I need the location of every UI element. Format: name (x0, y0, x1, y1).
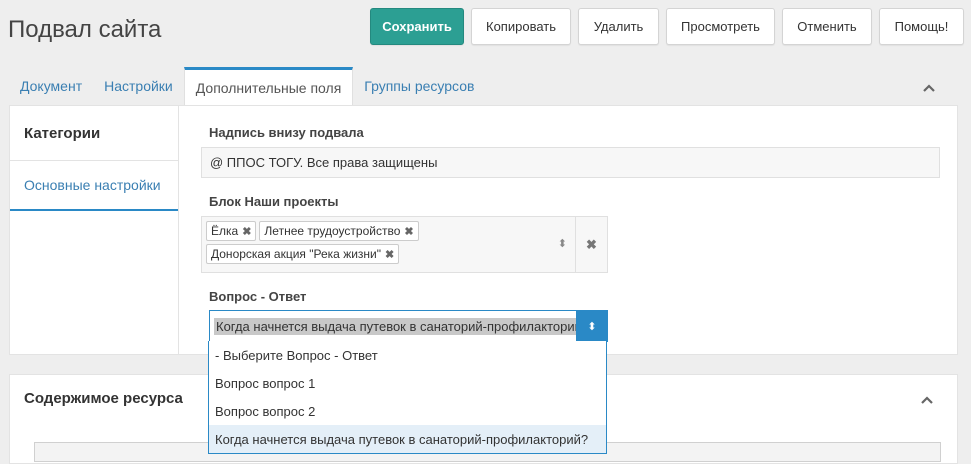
delete-button[interactable]: Удалить (578, 8, 659, 45)
tab-extra-fields[interactable]: Дополнительные поля (183, 67, 354, 106)
projects-multiselect[interactable]: Ёлка ✖ Летнее трудоустройство ✖ Донорская … (201, 216, 608, 273)
qa-label: Вопрос - Ответ (209, 289, 307, 304)
help-button[interactable]: Помощь! (879, 8, 964, 45)
save-button[interactable]: Сохранить (370, 8, 464, 45)
project-chip-label: Летнее трудоустройство (264, 224, 401, 238)
close-icon[interactable]: ✖ (404, 225, 413, 238)
footer-caption-input[interactable]: @ ППОС ТОГУ. Все права защищены (201, 147, 940, 178)
category-heading: Категории (10, 106, 178, 161)
chevron-up-icon[interactable] (920, 395, 934, 405)
vtab-basic-settings[interactable]: Основные настройки (10, 161, 178, 211)
close-icon[interactable]: ✖ (242, 225, 251, 238)
extra-fields-panel: Категории Основные настройки Надпись вни… (9, 105, 958, 355)
tab-settings[interactable]: Настройки (93, 67, 184, 105)
qa-dropdown: - Выберите Вопрос - Ответ Вопрос вопрос … (208, 341, 607, 454)
cancel-button[interactable]: Отменить (782, 8, 872, 45)
project-chip-label: Ёлка (211, 224, 239, 238)
project-chip: Летнее трудоустройство ✖ (259, 221, 419, 241)
project-chip: Ёлка ✖ (206, 221, 257, 241)
tab-document[interactable]: Документ (9, 67, 93, 105)
close-icon[interactable]: ✖ (385, 248, 394, 261)
qa-option[interactable]: Когда начнется выдача путевок в санатори… (209, 425, 606, 453)
action-toolbar: Сохранить Копировать Удалить Просмотреть… (370, 8, 964, 45)
page-title: Подвал сайта (8, 16, 162, 43)
sort-arrows-icon[interactable]: ⬍ (558, 237, 567, 250)
vertical-tabs: Категории Основные настройки (10, 106, 179, 354)
qa-option[interactable]: Вопрос вопрос 2 (209, 397, 606, 425)
qa-select[interactable]: Когда начнется выдача путевок в санатори… (209, 310, 608, 342)
project-chip-label: Донорская акция "Река жизни" (211, 247, 382, 261)
sort-arrows-icon[interactable]: ⬍ (576, 310, 608, 342)
qa-option[interactable]: - Выберите Вопрос - Ответ (209, 341, 606, 369)
view-button[interactable]: Просмотреть (666, 8, 775, 45)
qa-option[interactable]: Вопрос вопрос 1 (209, 369, 606, 397)
tab-resource-groups[interactable]: Группы ресурсов (353, 67, 485, 105)
projects-block-label: Блок Наши проекты (209, 194, 339, 209)
footer-caption-label: Надпись внизу подвала (209, 125, 364, 140)
clear-icon[interactable]: ✖ (575, 217, 607, 272)
content-panel-title: Содержимое ресурса (24, 390, 183, 407)
resource-tabs: Документ Настройки Дополнительные поля Г… (9, 67, 485, 106)
project-chip: Донорская акция "Река жизни" ✖ (206, 244, 400, 264)
qa-selected-value: Когда начнется выдача путевок в санатори… (214, 317, 576, 335)
chevron-up-icon[interactable] (922, 83, 936, 93)
copy-button[interactable]: Копировать (471, 8, 571, 45)
